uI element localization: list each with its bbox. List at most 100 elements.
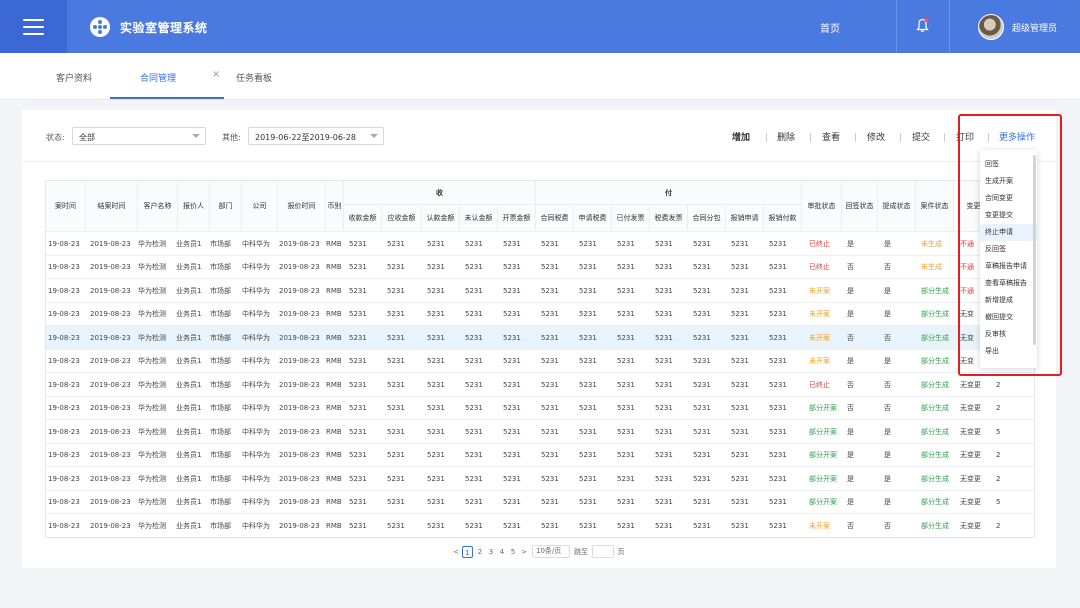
table-cell-amount: 5231 bbox=[427, 357, 445, 366]
column-header[interactable]: 案时间 bbox=[46, 181, 86, 232]
table-cell: 华为检测 bbox=[138, 474, 166, 483]
table-cell-amount: 5231 bbox=[541, 380, 559, 389]
next-page-button[interactable]: > bbox=[520, 546, 528, 558]
column-header[interactable]: 合同分包 bbox=[688, 205, 726, 232]
menu-scrollbar[interactable] bbox=[1033, 155, 1036, 345]
date-range-select[interactable]: 2019-06-22至2019-06-28 bbox=[248, 127, 384, 145]
column-header[interactable]: 案件状态 bbox=[916, 181, 954, 232]
submit-button[interactable]: 提交 bbox=[912, 130, 930, 143]
menu-item[interactable]: 新增提成 bbox=[980, 292, 1037, 309]
more-actions-button[interactable]: 更多操作 bbox=[999, 130, 1035, 143]
table-cell-amount: 5231 bbox=[349, 357, 367, 366]
table-cell-amount: 5231 bbox=[503, 263, 521, 272]
menu-item[interactable]: 查看草稿报告 bbox=[980, 275, 1037, 292]
tab-contract-management[interactable]: 合同管理 bbox=[140, 71, 176, 84]
table-cell-amount: 5231 bbox=[617, 498, 635, 507]
table-cell: RMB bbox=[326, 310, 342, 319]
column-header[interactable]: 已付发票 bbox=[612, 205, 650, 232]
menu-item[interactable]: 反回签 bbox=[980, 241, 1037, 258]
goto-page-input[interactable] bbox=[592, 545, 614, 558]
column-header[interactable]: 币别 bbox=[326, 181, 344, 232]
table-cell: 中科华为 bbox=[242, 310, 270, 319]
table-cell: 5 bbox=[996, 498, 1001, 507]
menu-item[interactable]: 导出 bbox=[980, 343, 1037, 360]
page-5-button[interactable]: 5 bbox=[508, 546, 518, 558]
view-button[interactable]: 查看 bbox=[822, 130, 840, 143]
table-row[interactable]: 19-08-23 2019-08-23 华为检测 业务员1 市场部 中科华为 2019-08… bbox=[46, 350, 1034, 373]
table-cell-amount: 5231 bbox=[465, 427, 483, 436]
column-header[interactable]: 报价时间 bbox=[278, 181, 326, 232]
column-header[interactable]: 报销申请 bbox=[726, 205, 764, 232]
column-header[interactable]: 回签状态 bbox=[842, 181, 878, 232]
table-cell-amount: 5231 bbox=[579, 474, 597, 483]
table-row[interactable]: 19-08-23 2019-08-23 华为检测 业务员1 市场部 中科华为 2019-08… bbox=[46, 467, 1034, 491]
notification-button[interactable] bbox=[896, 0, 950, 53]
tab-customer-info[interactable]: 客户资料 bbox=[56, 71, 92, 84]
menu-toggle-button[interactable] bbox=[0, 0, 67, 53]
case-status: 部分生成 bbox=[921, 357, 949, 366]
delete-button[interactable]: 删除 bbox=[777, 130, 795, 143]
column-header[interactable]: 公司 bbox=[242, 181, 278, 232]
table-cell: 业务员1 bbox=[176, 357, 202, 366]
menu-item[interactable]: 终止申请 bbox=[980, 224, 1037, 241]
column-header[interactable]: 报价人 bbox=[178, 181, 210, 232]
table-row[interactable]: 19-08-23 2019-08-23 华为检测 业务员1 市场部 中科华为 2019-08… bbox=[46, 256, 1034, 279]
menu-item[interactable]: 生成开案 bbox=[980, 173, 1037, 190]
column-header[interactable]: 提成状态 bbox=[878, 181, 916, 232]
prev-page-button[interactable]: < bbox=[452, 546, 460, 558]
table-row[interactable]: 19-08-23 2019-08-23 华为检测 业务员1 市场部 中科华为 2019-08… bbox=[46, 326, 1034, 350]
table-row[interactable]: 19-08-23 2019-08-23 华为检测 业务员1 市场部 中科华为 2019-08… bbox=[46, 420, 1034, 444]
column-header[interactable]: 认款金额 bbox=[422, 205, 460, 232]
table-row[interactable]: 19-08-23 2019-08-23 华为检测 业务员1 市场部 中科华为 2019-08… bbox=[46, 303, 1034, 326]
table-cell: 19-08-23 bbox=[48, 451, 80, 460]
menu-item[interactable]: 反审核 bbox=[980, 326, 1037, 343]
column-header[interactable]: 审批状态 bbox=[802, 181, 842, 232]
column-header[interactable]: 客户名称 bbox=[138, 181, 178, 232]
page-4-button[interactable]: 4 bbox=[497, 546, 507, 558]
menu-item[interactable]: 变更提交 bbox=[980, 207, 1037, 224]
column-header[interactable]: 未认金额 bbox=[460, 205, 498, 232]
user-name[interactable]: 超级管理员 bbox=[1012, 21, 1057, 34]
column-header[interactable]: 部门 bbox=[210, 181, 242, 232]
table-cell-amount: 5231 bbox=[579, 451, 597, 460]
table-row[interactable]: 19-08-23 2019-08-23 华为检测 业务员1 市场部 中科华为 2019-08… bbox=[46, 373, 1034, 397]
status-select[interactable]: 全部 bbox=[72, 127, 206, 145]
page-2-button[interactable]: 2 bbox=[475, 546, 485, 558]
column-header[interactable]: 应收金额 bbox=[382, 205, 422, 232]
table-cell-amount: 5231 bbox=[579, 286, 597, 295]
table-cell-amount: 5231 bbox=[655, 263, 673, 272]
menu-item[interactable]: 草稿报告申请 bbox=[980, 258, 1037, 275]
page-3-button[interactable]: 3 bbox=[486, 546, 496, 558]
countersign-status: 否 bbox=[847, 263, 854, 272]
column-header[interactable]: 合同税费 bbox=[536, 205, 574, 232]
page-size-select[interactable]: 10条/页 bbox=[532, 545, 570, 558]
table-row[interactable]: 19-08-23 2019-08-23 华为检测 业务员1 市场部 中科华为 2019-08… bbox=[46, 279, 1034, 303]
column-header[interactable]: 收款金额 bbox=[344, 205, 382, 232]
table-row[interactable]: 19-08-23 2019-08-23 华为检测 业务员1 市场部 中科华为 2019-08… bbox=[46, 491, 1034, 514]
tab-task-board[interactable]: 任务看板 bbox=[236, 71, 272, 84]
tab-close-icon[interactable]: × bbox=[212, 69, 220, 80]
table-row[interactable]: 19-08-23 2019-08-23 华为检测 业务员1 市场部 中科华为 2019-08… bbox=[46, 232, 1034, 256]
column-header[interactable]: 报销付款 bbox=[764, 205, 802, 232]
table-cell-amount: 5231 bbox=[693, 404, 711, 413]
column-header[interactable]: 开票金额 bbox=[498, 205, 536, 232]
edit-button[interactable]: 修改 bbox=[867, 130, 885, 143]
table-row[interactable]: 19-08-23 2019-08-23 华为检测 业务员1 市场部 中科华为 2019-08… bbox=[46, 397, 1034, 420]
menu-item[interactable]: 合同变更 bbox=[980, 190, 1037, 207]
user-avatar[interactable] bbox=[978, 14, 1004, 40]
table-row[interactable]: 19-08-23 2019-08-23 华为检测 业务员1 市场部 中科华为 2019-08… bbox=[46, 514, 1034, 537]
column-group-pay: 付 bbox=[536, 181, 802, 205]
column-header[interactable]: 申请税费 bbox=[574, 205, 612, 232]
home-link[interactable]: 首页 bbox=[820, 20, 840, 35]
table-row[interactable]: 19-08-23 2019-08-23 华为检测 业务员1 市场部 中科华为 2019-08… bbox=[46, 444, 1034, 467]
column-header[interactable]: 税费发票 bbox=[650, 205, 688, 232]
column-header[interactable]: 结案时间 bbox=[86, 181, 138, 232]
table-cell: 中科华为 bbox=[242, 239, 270, 248]
menu-item[interactable]: 撤回提交 bbox=[980, 309, 1037, 326]
menu-item[interactable]: 回签 bbox=[980, 156, 1037, 173]
page-1-button[interactable]: 1 bbox=[462, 546, 473, 558]
table-cell: 19-08-23 bbox=[48, 333, 80, 342]
add-button[interactable]: 增加 bbox=[732, 130, 750, 143]
print-button[interactable]: 打印 bbox=[956, 130, 974, 143]
table-cell: 2019-08-23 bbox=[90, 239, 131, 248]
